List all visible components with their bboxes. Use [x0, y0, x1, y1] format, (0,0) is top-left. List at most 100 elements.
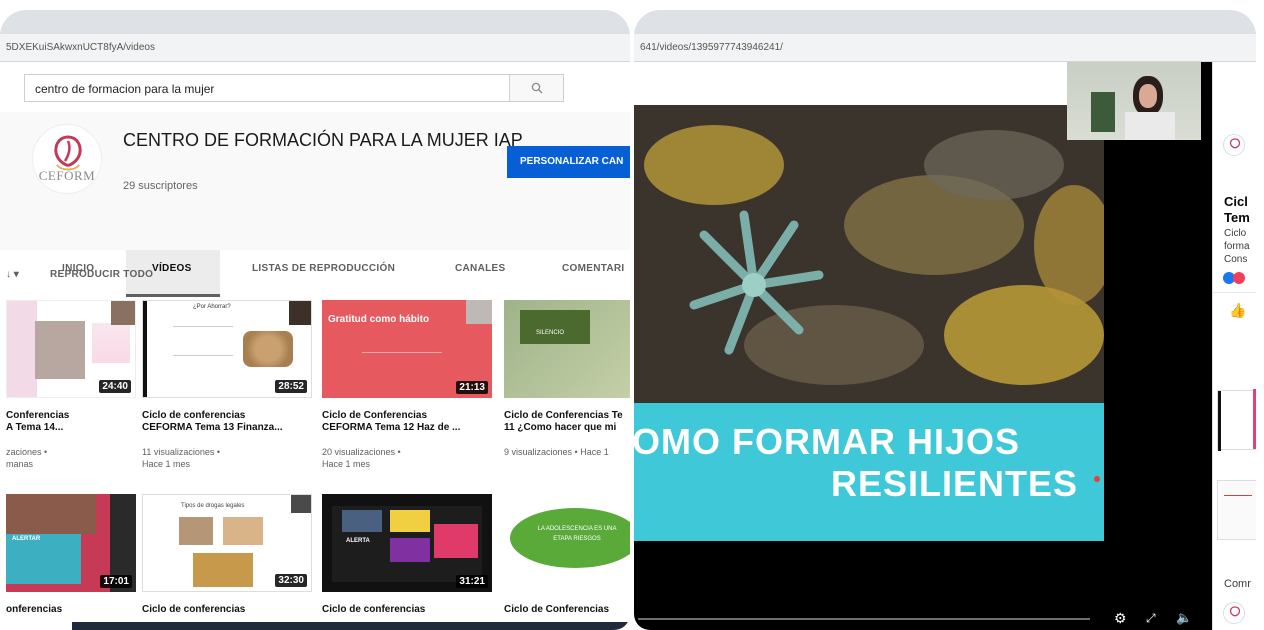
- browser-tab-strip: [634, 10, 1256, 34]
- slide-header-strip: [634, 62, 1069, 106]
- progress-bar[interactable]: [638, 618, 1090, 620]
- youtube-page: centro de formacion para la mujer CEFORM…: [0, 62, 630, 630]
- thumb-heading: Tipos de drogas legales: [181, 503, 245, 509]
- tab-comments[interactable]: COMENTARI: [562, 263, 625, 274]
- thumb-photo: [342, 510, 382, 532]
- thumb-image: [7, 301, 37, 397]
- thumb-heading: ALERTAR: [12, 536, 41, 542]
- thumb-photo: [35, 321, 85, 379]
- customize-channel-button[interactable]: PERSONALIZAR CAN: [507, 146, 630, 178]
- settings-icon[interactable]: ⚙: [1114, 610, 1127, 626]
- video-duration: 17:01: [100, 575, 132, 588]
- related-video-thumbnail[interactable]: [1217, 480, 1256, 540]
- search-query[interactable]: centro de formacion para la mujer: [35, 82, 214, 96]
- video-title[interactable]: 11 ¿Como hacer que mi: [504, 422, 630, 434]
- tab-videos[interactable]: VÍDEOS: [152, 263, 192, 274]
- search-icon: [531, 82, 542, 94]
- video-info-sidebar: Cicl Tem Ciclo forma Cons 👍 Comr: [1212, 62, 1256, 630]
- thumb-webcam: [291, 495, 311, 513]
- fullscreen-icon[interactable]: ⤢: [1146, 610, 1156, 626]
- tab-playlists[interactable]: LISTAS DE REPRODUCCIÓN: [252, 263, 395, 274]
- comment-avatar: [1223, 602, 1245, 624]
- pointer-dot: [1094, 476, 1100, 482]
- video-duration: 31:21: [456, 575, 488, 588]
- video-title[interactable]: Ciclo de conferencias: [322, 604, 497, 616]
- play-all-button[interactable]: REPRODUCIR TODO: [50, 269, 153, 280]
- search-input[interactable]: centro de formacion para la mujer: [24, 74, 564, 102]
- page-avatar[interactable]: [1223, 134, 1245, 156]
- channel-logo-text: CEFORM: [38, 168, 96, 183]
- address-bar[interactable]: 5DXEKuiSAkwxnUCT8fyA/videos: [0, 34, 630, 62]
- thumb-webcam: [466, 300, 492, 324]
- os-taskbar: [72, 622, 630, 630]
- thumb-edge: [143, 301, 147, 397]
- slide-image: [634, 105, 1104, 403]
- thumb-title-box: [520, 310, 590, 344]
- succulent-plant-image: [634, 105, 1104, 403]
- comments-label: Comr: [1224, 578, 1251, 590]
- video-views: 11 visualizaciones •: [142, 447, 221, 457]
- video-duration: 24:40: [99, 380, 131, 393]
- like-button-icon[interactable]: 👍: [1229, 302, 1246, 319]
- thumb-bottles: [193, 553, 253, 587]
- presenter-webcam: [1067, 62, 1201, 140]
- video-title[interactable]: CEFORMA Tema 13 Finanza...: [142, 422, 317, 434]
- thumb-heading: ¿Por Ahorrar?: [193, 304, 231, 310]
- video-title-line2: Tem: [1224, 210, 1250, 225]
- video-views: 20 visualizaciones •: [322, 447, 401, 457]
- search-button[interactable]: [509, 75, 563, 101]
- video-title[interactable]: CEFORMA Tema 12 Haz de ...: [322, 422, 497, 434]
- address-bar[interactable]: 641/videos/1395977743946241/: [634, 34, 1256, 62]
- video-views: 9 visualizaciones • Hace 1: [504, 447, 609, 457]
- video-thumbnail[interactable]: Tipos de drogas legales 32:30: [142, 494, 312, 592]
- webcam-plant: [1091, 92, 1115, 132]
- sort-menu[interactable]: ↓ ▾: [6, 269, 19, 280]
- thumb-coffee: [179, 517, 213, 545]
- video-description-line: forma: [1224, 241, 1250, 252]
- video-thumbnail[interactable]: Gratitud como hábito 21:13: [322, 300, 492, 398]
- channel-avatar[interactable]: CEFORM: [32, 124, 102, 194]
- video-thumbnail[interactable]: ALERTAR 17:01: [6, 494, 136, 592]
- video-description-line: Ciclo: [1224, 228, 1247, 239]
- channel-title: CENTRO DE FORMACIÓN PARA LA MUJER IAP: [123, 130, 523, 150]
- thumb-yellow-box: [390, 510, 430, 532]
- related-video-thumbnail[interactable]: [1217, 389, 1256, 451]
- video-title[interactable]: Ciclo de Conferencias Te: [504, 410, 630, 422]
- presenter-face: [1139, 84, 1157, 108]
- volume-icon[interactable]: 🔈: [1176, 610, 1192, 626]
- video-thumbnail[interactable]: LA ADOLESCENCIA ES UNA ETAPA RIESGOS: [504, 494, 630, 592]
- player-controls: ⚙ ⤢ 🔈: [634, 608, 1212, 630]
- video-duration: 28:52: [275, 380, 307, 393]
- video-thumbnail[interactable]: 24:40: [6, 300, 136, 398]
- facebook-browser-window: 641/videos/1395977743946241/ OMO FORMAR …: [634, 10, 1256, 630]
- thumb-purple-box: [390, 538, 430, 562]
- thumb-accent: [1253, 389, 1256, 449]
- channel-header: CEFORM CENTRO DE FORMACIÓN PARA LA MUJER…: [0, 112, 630, 297]
- thumb-webcam: [111, 301, 135, 325]
- video-title-line1: Cicl: [1224, 194, 1248, 209]
- active-tab-indicator: [126, 294, 220, 297]
- video-thumbnail[interactable]: ALERTA 31:21: [322, 494, 492, 592]
- slide-title-banner: OMO FORMAR HIJOS RESILIENTES: [634, 403, 1104, 541]
- slide-title-line1: OMO FORMAR HIJOS: [634, 421, 1021, 462]
- subscriber-count: 29 suscriptores: [123, 180, 198, 192]
- thumb-heading: Gratitud como hábito: [328, 314, 430, 325]
- thumb-heading: SILENCIO: [536, 330, 565, 336]
- video-title[interactable]: Ciclo de conferencias: [142, 410, 317, 422]
- thumb-edge: [1218, 391, 1221, 451]
- video-duration: 21:13: [456, 381, 488, 394]
- tab-channels[interactable]: CANALES: [455, 263, 505, 274]
- video-title[interactable]: Ciclo de Conferencias: [322, 410, 497, 422]
- thumb-text-lines: [173, 326, 233, 356]
- video-thumbnail[interactable]: ¿Por Ahorrar? 28:52: [142, 300, 312, 398]
- video-title[interactable]: Ciclo de Conferencias: [504, 604, 630, 616]
- thumb-line: [1224, 495, 1252, 496]
- video-thumbnail[interactable]: SILENCIO: [504, 300, 630, 398]
- thumb-photo: [6, 494, 96, 534]
- thumb-text-lines: [362, 352, 442, 370]
- thumb-webcam: [289, 301, 311, 325]
- thumb-heading: ALERTA: [346, 538, 370, 544]
- ceform-logo-icon: [1229, 138, 1241, 149]
- video-title[interactable]: Ciclo de conferencias: [142, 604, 317, 616]
- thumb-text-block: [92, 323, 130, 363]
